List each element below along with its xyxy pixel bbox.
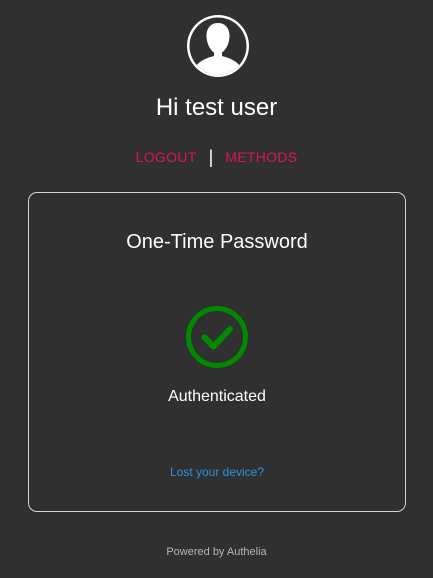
user-avatar-icon [187,15,249,77]
greeting-heading: Hi test user [155,94,278,121]
nav-separator: | [208,147,214,167]
check-circle-icon [186,306,248,368]
methods-link[interactable]: METHODS [225,149,297,165]
powered-by-footer: Powered by Authelia [166,546,267,558]
lost-device-link[interactable]: Lost your device? [29,463,405,481]
logout-link[interactable]: LOGOUT [136,149,197,165]
authenticated-status: Authenticated [168,388,266,405]
auth-nav: LOGOUT | METHODS [0,146,433,168]
card-title: One-Time Password [126,231,308,253]
otp-card: One-Time Password Authenticated Lost you… [28,192,406,512]
